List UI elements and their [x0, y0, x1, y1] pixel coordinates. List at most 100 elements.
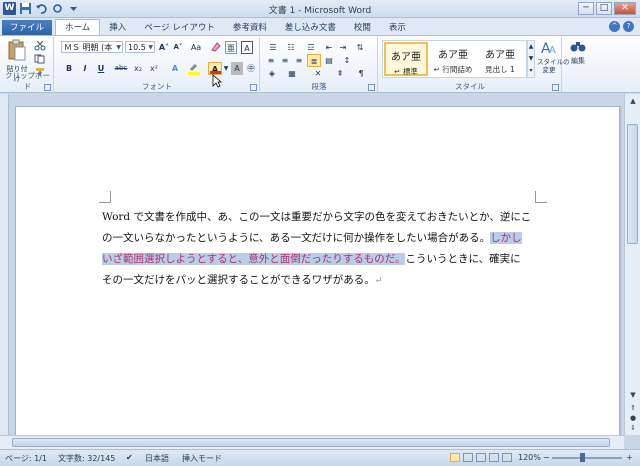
tab-mailings[interactable]: 差し込み文書 — [276, 20, 345, 36]
prev-page-icon[interactable]: ⇑ — [628, 404, 638, 414]
text-run: の一文いらなかったというように、ある一文だけに何か操作をしたい場合がある。 — [102, 232, 491, 244]
zoom-slider[interactable] — [552, 457, 622, 459]
subscript-button[interactable]: x₂ — [131, 62, 145, 75]
print-layout-view-icon[interactable] — [450, 453, 460, 462]
numbering-icon[interactable]: ☷ — [283, 41, 299, 54]
char-border-icon[interactable]: A — [241, 41, 253, 54]
maximize-button[interactable]: □ — [596, 2, 612, 15]
zoom-slider-thumb[interactable] — [580, 453, 585, 462]
char-shading-icon[interactable]: A — [231, 62, 243, 75]
text-effects-icon[interactable]: A — [168, 62, 182, 75]
paragraph-group-label: 段落 — [311, 82, 327, 91]
draft-view-icon[interactable] — [502, 453, 512, 462]
italic-button[interactable]: I — [79, 62, 91, 75]
insert-mode[interactable]: 挿入モード — [182, 453, 222, 464]
minimize-button[interactable]: ─ — [578, 2, 594, 15]
horizontal-scrollbar[interactable] — [0, 435, 624, 449]
change-styles-button[interactable]: AA スタイルの 変更 — [537, 39, 570, 81]
font-name-select[interactable]: ＭＳ 明朝 (本 ▼ — [61, 41, 123, 53]
tab-view[interactable]: 表示 — [380, 20, 415, 36]
asian-layout-icon[interactable]: ⇞ — [333, 67, 347, 80]
document-page[interactable]: Word で文書を作成中、あ、この一文は重要だから文字の色を変えておきたいとか、… — [15, 106, 620, 446]
window-controls: ─ □ ✕ — [578, 2, 636, 15]
minimize-ribbon-icon[interactable]: ^ — [609, 21, 620, 32]
style-no-spacing-label: ↵ 行間詰め — [433, 65, 473, 74]
close-button[interactable]: ✕ — [614, 2, 636, 15]
tab-file[interactable]: ファイル — [2, 20, 53, 36]
copy-icon[interactable] — [34, 54, 46, 64]
bullets-icon[interactable]: ☰ — [265, 41, 281, 54]
selected-text: しかし — [490, 232, 522, 244]
tab-insert[interactable]: 挿入 — [100, 20, 135, 36]
page-count[interactable]: ページ: 1/1 — [5, 453, 47, 464]
selected-text: いざ範囲選択しようとすると、意外と面倒だったりするものだ。 — [102, 253, 406, 265]
distribute-icon[interactable]: ▤ — [323, 54, 335, 67]
cut-icon[interactable] — [34, 40, 46, 51]
align-center-icon[interactable]: ≡ — [279, 54, 291, 67]
shrink-font-button[interactable]: A˅ — [172, 41, 184, 54]
zoom-in-button[interactable]: + — [626, 453, 633, 462]
increase-indent-icon[interactable]: ⇥ — [337, 41, 349, 54]
bold-button[interactable]: B — [63, 62, 75, 75]
multilevel-list-icon[interactable]: ☲ — [303, 41, 319, 54]
clipboard-launcher-icon[interactable] — [44, 84, 51, 91]
sort-icon[interactable]: ⇅ — [354, 41, 366, 54]
clear-format-icon[interactable] — [209, 41, 223, 54]
tab-home[interactable]: ホーム — [55, 19, 101, 36]
styles-launcher-icon[interactable] — [552, 84, 559, 91]
underline-button[interactable]: U — [95, 62, 107, 75]
show-marks-icon[interactable]: ¶ — [355, 67, 367, 80]
style-normal[interactable]: あア亜 ↵ 標準 — [384, 42, 428, 76]
vertical-scrollbar[interactable]: ▲ ▼ ⇑ ● ⇓ — [624, 94, 640, 435]
highlight-icon[interactable] — [186, 62, 202, 75]
font-group-label: フォント — [142, 82, 172, 91]
styles-scroll[interactable]: ▲ ▼ ▾ — [527, 40, 535, 78]
vertical-scroll-thumb[interactable] — [627, 124, 638, 244]
web-layout-view-icon[interactable] — [476, 453, 486, 462]
zoom-level[interactable]: 120% — [518, 453, 541, 462]
justify-icon[interactable]: ≣ — [307, 54, 321, 67]
scroll-down-icon[interactable]: ▼ — [628, 391, 638, 401]
zoom-out-button[interactable]: − — [543, 453, 550, 462]
style-normal-preview: あア亜 — [391, 52, 421, 63]
style-heading1-preview: あア亜 — [485, 50, 515, 61]
font-color-dropdown-icon[interactable]: ▼ — [223, 62, 229, 75]
next-page-icon[interactable]: ⇓ — [628, 424, 638, 434]
outline-view-icon[interactable] — [489, 453, 499, 462]
ribbon-home: 貼り付け クリップボード ＭＳ 明朝 (本 ▼ 10.5 ▼ A˄ A˅ Aa 亜 … — [0, 35, 640, 93]
scroll-up-icon[interactable]: ▲ — [628, 97, 638, 107]
line-spacing-icon[interactable]: ↕ — [341, 54, 353, 67]
proofing-icon[interactable]: ✔ — [126, 453, 133, 462]
editing-button[interactable]: 編集 — [566, 39, 590, 79]
horizontal-scroll-thumb[interactable] — [12, 438, 610, 447]
full-screen-view-icon[interactable] — [463, 453, 473, 462]
help-icon[interactable]: ? — [623, 21, 634, 32]
document-body[interactable]: Word で文書を作成中、あ、この一文は重要だから文字の色を変えておきたいとか、… — [102, 207, 548, 292]
align-left-icon[interactable]: ≡ — [265, 54, 277, 67]
enclose-char-icon[interactable]: ㊥ — [245, 62, 257, 75]
font-size-select[interactable]: 10.5 ▼ — [125, 41, 155, 53]
tab-review[interactable]: 校閲 — [345, 20, 380, 36]
phonetic-guide-icon[interactable]: 亜 — [225, 41, 237, 54]
borders-icon[interactable]: ▦ — [285, 67, 299, 80]
word-count[interactable]: 文字数: 32/145 — [58, 453, 115, 464]
tab-page-layout[interactable]: ページ レイアウト — [135, 20, 224, 36]
font-launcher-icon[interactable] — [250, 84, 257, 91]
styles-group-label: スタイル — [455, 82, 485, 91]
superscript-button[interactable]: x² — [147, 62, 161, 75]
strikethrough-button[interactable]: abc — [113, 62, 129, 75]
change-styles-icon: AA — [541, 41, 556, 57]
text-direction-icon[interactable]: ✕ — [311, 67, 325, 80]
change-case-button[interactable]: Aa — [188, 41, 204, 54]
shading-icon[interactable]: ◈ — [265, 67, 279, 80]
paragraph-launcher-icon[interactable] — [368, 84, 375, 91]
tab-references[interactable]: 参考資料 — [224, 20, 276, 36]
language[interactable]: 日本語 — [145, 453, 169, 464]
grow-font-button[interactable]: A˄ — [158, 41, 170, 54]
style-no-spacing[interactable]: あア亜 ↵ 行間詰め — [431, 42, 475, 76]
decrease-indent-icon[interactable]: ⇤ — [323, 41, 335, 54]
style-heading1[interactable]: あア亜 見出し 1 — [478, 42, 522, 76]
browse-object-icon[interactable]: ● — [628, 414, 638, 424]
text-line: いざ範囲選択しようとすると、意外と面倒だったりするものだ。こういうときに、確実に — [102, 249, 548, 270]
align-right-icon[interactable]: ≡ — [293, 54, 305, 67]
